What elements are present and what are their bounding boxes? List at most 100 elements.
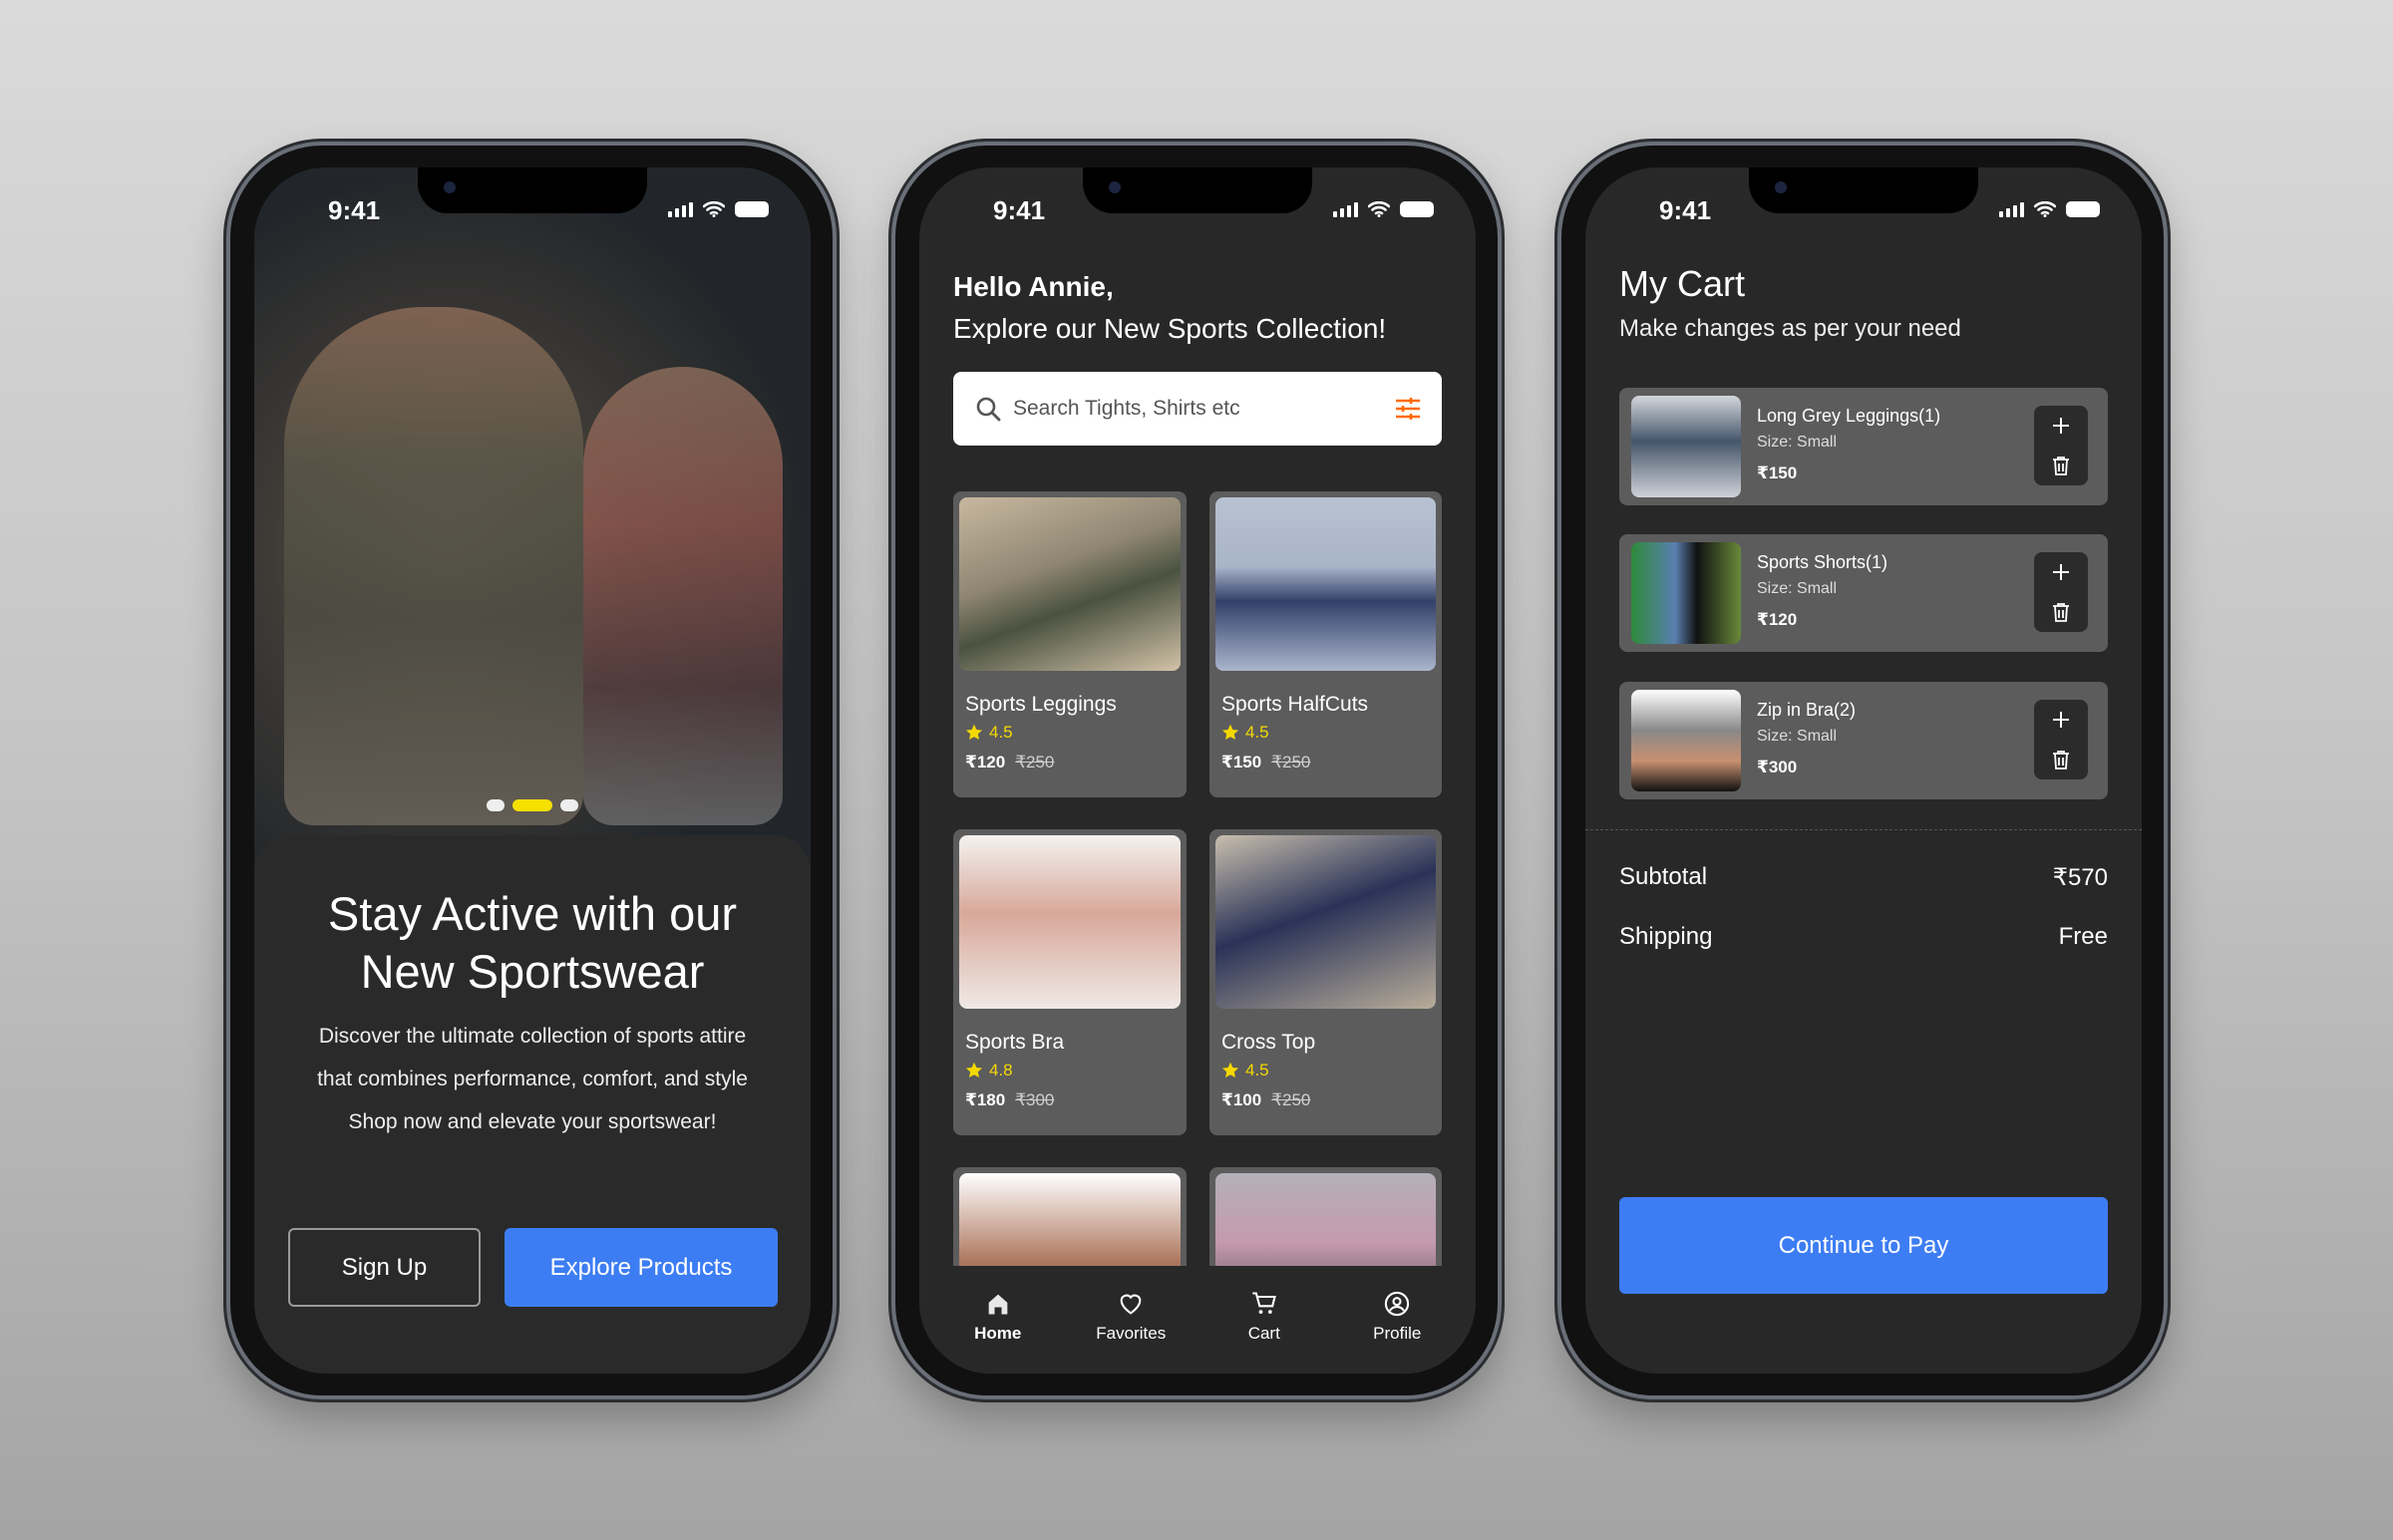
product-image xyxy=(1215,497,1436,671)
cart-item: Long Grey Leggings(1) Size: Small ₹150 xyxy=(1619,388,2108,505)
subtotal-value: ₹570 xyxy=(2052,864,2108,891)
rating-value: 4.5 xyxy=(1245,723,1269,742)
carousel-dot[interactable] xyxy=(560,799,578,811)
carousel-dot-active[interactable] xyxy=(513,799,552,811)
cart-icon xyxy=(1252,1292,1276,1315)
cart-item-size: Size: Small xyxy=(1757,434,1838,451)
price: ₹180 xyxy=(965,1090,1006,1109)
cart-item-name: Zip in Bra(2) xyxy=(1757,700,1857,720)
old-price: ₹250 xyxy=(1271,753,1311,771)
wifi-icon xyxy=(2034,201,2056,217)
product-price: ₹120 ₹250 xyxy=(965,753,1181,772)
product-name: Cross Top xyxy=(1221,1031,1316,1054)
shipping-row: Shipping Free xyxy=(1619,923,2108,951)
nav-label: Profile xyxy=(1373,1324,1422,1343)
description-line: Shop now and elevate your sportswear! xyxy=(348,1110,717,1133)
trash-icon[interactable] xyxy=(2052,750,2070,770)
cart-item-image xyxy=(1631,396,1741,497)
status-time: 9:41 xyxy=(1659,195,1712,225)
star-icon xyxy=(1221,1062,1239,1078)
price: ₹120 xyxy=(965,753,1006,771)
product-name: Sports HalfCuts xyxy=(1221,693,1369,716)
trash-icon[interactable] xyxy=(2052,456,2070,475)
product-card[interactable]: Sports Leggings 4.5 ₹120 ₹250 xyxy=(953,491,1187,797)
cart-item-name: Sports Shorts(1) xyxy=(1757,552,1888,572)
cart-item-price: ₹300 xyxy=(1757,758,1798,776)
search-input[interactable] xyxy=(1013,397,1396,421)
nav-label: Favorites xyxy=(1096,1324,1167,1343)
status-bar: 9:41 xyxy=(919,195,1476,229)
wifi-icon xyxy=(703,201,725,217)
search-bar[interactable] xyxy=(953,372,1442,446)
heart-icon xyxy=(1120,1294,1142,1315)
cart-item-controls xyxy=(2034,406,2088,485)
nav-item-profile[interactable]: Profile xyxy=(1342,1266,1452,1374)
product-price: ₹100 ₹250 xyxy=(1221,1090,1436,1110)
cart-subtitle: Make changes as per your need xyxy=(1619,315,1961,342)
star-icon xyxy=(965,1062,983,1078)
battery-icon xyxy=(1400,201,1434,217)
star-icon xyxy=(1221,724,1239,741)
product-rating: 4.5 xyxy=(1221,1061,1436,1080)
carousel-indicator[interactable] xyxy=(487,799,578,811)
status-time: 9:41 xyxy=(993,195,1046,225)
carousel-dot[interactable] xyxy=(487,799,505,811)
continue-to-pay-button[interactable]: Continue to Pay xyxy=(1619,1197,2108,1294)
profile-icon xyxy=(1385,1291,1410,1317)
signal-icon xyxy=(668,202,693,217)
filter-icon[interactable] xyxy=(1396,398,1420,420)
product-rating: 4.8 xyxy=(965,1061,1181,1080)
nav-label: Home xyxy=(974,1324,1022,1343)
product-name: Sports Bra xyxy=(965,1031,1065,1054)
rating-value: 4.8 xyxy=(989,1061,1013,1079)
battery-icon xyxy=(735,201,769,217)
product-card[interactable]: Cross Top 4.5 ₹100 ₹250 xyxy=(1209,829,1442,1135)
hero-image xyxy=(254,167,811,865)
onboarding-screen: Stay Active with our New Sportswear Disc… xyxy=(254,167,811,1374)
explore-products-button[interactable]: Explore Products xyxy=(505,1228,778,1307)
product-card[interactable]: Sports Bra 4.8 ₹180 ₹300 xyxy=(953,829,1187,1135)
old-price: ₹250 xyxy=(1015,753,1055,771)
cart-item-controls xyxy=(2034,700,2088,779)
cart-item: Sports Shorts(1) Size: Small ₹120 xyxy=(1619,534,2108,652)
product-price: ₹180 ₹300 xyxy=(965,1090,1181,1110)
greeting: Hello Annie, xyxy=(953,271,1114,302)
trash-icon[interactable] xyxy=(2052,602,2070,622)
rating-value: 4.5 xyxy=(1245,1061,1269,1079)
sign-up-button[interactable]: Sign Up xyxy=(288,1228,481,1307)
product-image xyxy=(959,835,1181,1009)
onboarding-panel: Stay Active with our New Sportswear Disc… xyxy=(254,835,811,1374)
shipping-label: Shipping xyxy=(1619,923,1713,950)
cart-item-price: ₹120 xyxy=(1757,610,1798,629)
title-line: Stay Active with our xyxy=(327,887,738,940)
phone-cart: My Cart Make changes as per your need Lo… xyxy=(1557,142,2168,1399)
nav-label: Cart xyxy=(1247,1324,1280,1343)
nav-item-home[interactable]: Home xyxy=(943,1266,1053,1374)
nav-item-cart[interactable]: Cart xyxy=(1209,1266,1319,1374)
cart-item-size: Size: Small xyxy=(1757,728,1838,745)
cart-item-price: ₹150 xyxy=(1757,463,1798,482)
plus-icon[interactable] xyxy=(2051,710,2071,730)
nav-item-favorites[interactable]: Favorites xyxy=(1076,1266,1186,1374)
product-price: ₹150 ₹250 xyxy=(1221,753,1436,772)
plus-icon[interactable] xyxy=(2051,562,2071,582)
title-line: New Sportswear xyxy=(360,945,705,998)
star-icon xyxy=(965,724,983,741)
old-price: ₹300 xyxy=(1015,1090,1055,1109)
old-price: ₹250 xyxy=(1271,1090,1311,1109)
search-icon xyxy=(976,397,1001,422)
plus-icon[interactable] xyxy=(2051,416,2071,436)
product-image xyxy=(959,497,1181,671)
product-rating: 4.5 xyxy=(1221,723,1436,743)
cart-item-image xyxy=(1631,690,1741,791)
subtotal-row: Subtotal ₹570 xyxy=(1619,863,2108,892)
price: ₹150 xyxy=(1221,753,1262,771)
product-grid: Sports Leggings 4.5 ₹120 ₹250 Sports Half… xyxy=(953,491,1442,1374)
phone-onboarding: Stay Active with our New Sportswear Disc… xyxy=(226,142,837,1399)
cart-item-image xyxy=(1631,542,1741,644)
product-card[interactable]: Sports HalfCuts 4.5 ₹150 ₹250 xyxy=(1209,491,1442,797)
description-line: that combines performance, comfort, and … xyxy=(317,1068,748,1090)
cart-item: Zip in Bra(2) Size: Small ₹300 xyxy=(1619,682,2108,799)
bottom-nav: Home Favorites Cart Profile xyxy=(919,1266,1476,1374)
divider xyxy=(1585,829,2142,830)
